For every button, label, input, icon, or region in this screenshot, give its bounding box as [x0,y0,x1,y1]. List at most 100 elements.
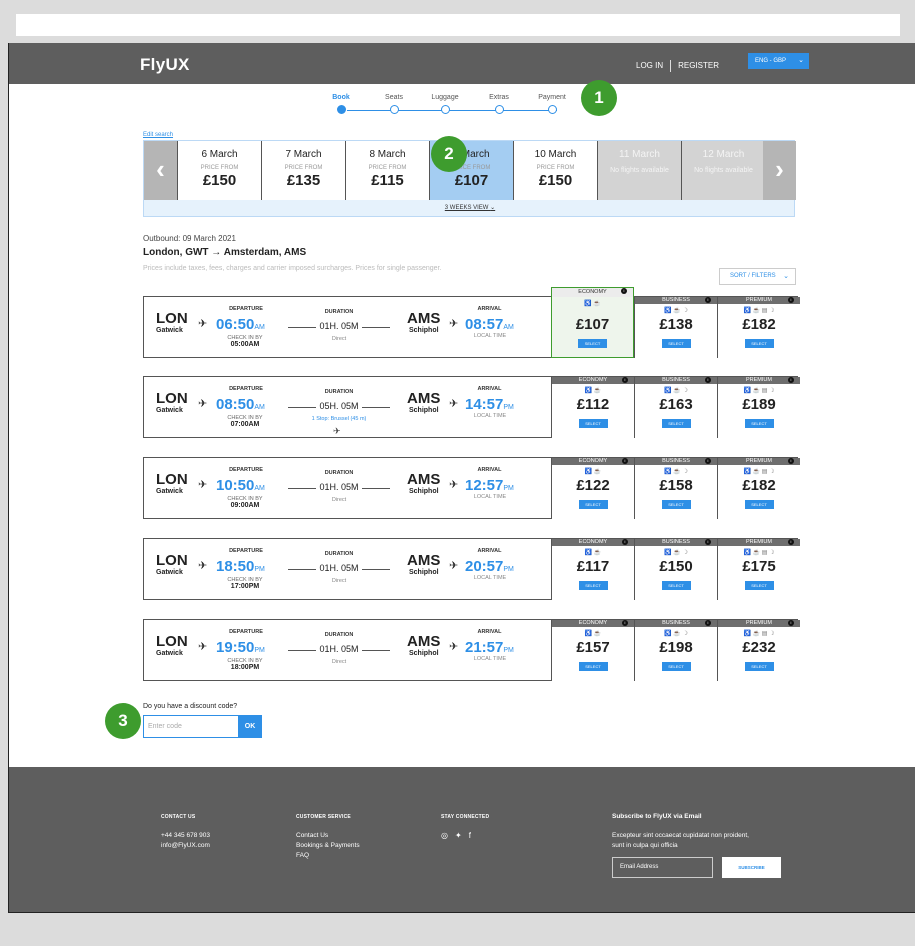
select-fare-button[interactable]: SELECT [661,581,691,590]
chevron-down-icon: ⌄ [798,57,804,64]
facebook-icon[interactable]: f [469,831,471,841]
date-option[interactable]: 7 March PRICE FROM £135 [261,141,345,200]
duration-value: 01H. 05M [319,644,359,654]
info-icon[interactable]: i [705,377,711,383]
fare-economy: ECONOMY i ♿ ☕ £107 SELECT [551,287,634,358]
amenities-icons: ♿ ☕ ▤ ☽ [743,308,775,314]
info-icon[interactable]: i [788,620,794,626]
info-icon[interactable]: i [788,377,794,383]
departure-label: DEPARTURE [229,467,263,473]
stops-info: Direct [331,578,347,584]
date-option-unavailable: 11 March No flights available [597,141,681,200]
instagram-icon[interactable]: ◎ [441,831,448,841]
time-value: 18:50 [216,558,255,575]
info-icon[interactable]: i [788,458,794,464]
destination-code: AMS [407,633,441,650]
select-fare-button[interactable]: SELECT [578,419,608,428]
info-icon[interactable]: i [788,539,794,545]
step-book[interactable]: Book [311,94,371,114]
origin-code: LON [156,471,188,488]
connection-plane-icon: ✈ [333,426,341,436]
date-label: 10 March [534,149,577,160]
fare-class-header: ECONOMY i [552,377,634,384]
discount-code-input[interactable]: Enter code [143,715,239,738]
select-fare-button[interactable]: SELECT [744,500,774,509]
select-fare-button[interactable]: SELECT [744,662,774,671]
info-icon[interactable]: i [621,288,627,294]
twitter-icon[interactable]: ✦ [455,831,462,841]
takeoff-icon: ✈ [198,560,208,572]
departure-label: DEPARTURE [229,306,263,312]
logo[interactable]: FlyUX [140,55,190,75]
date-label: 6 March [201,149,238,160]
footer-customer-service: CUSTOMER SERVICE Contact Us Bookings & P… [296,812,360,861]
previous-dates-button[interactable]: ‹ [144,141,177,200]
footer-phone[interactable]: +44 345 678 903 [161,831,210,841]
footer-link-faq[interactable]: FAQ [296,851,360,861]
landing-icon: ✈ [449,479,459,491]
date-option[interactable]: 8 March PRICE FROM £115 [345,141,429,200]
time-value: 08:50 [216,396,255,413]
step-luggage[interactable]: Luggage [415,94,475,114]
booking-progress: Book Seats Luggage Extras Payment [9,94,915,118]
language-currency-select[interactable]: ENG - GBP ⌄ [748,53,809,69]
date-option[interactable]: 10 March PRICE FROM £150 [513,141,597,200]
info-icon[interactable]: i [705,297,711,303]
subscribe-text: Excepteur sint occaecat cupidatat non pr… [612,832,749,849]
info-icon[interactable]: i [705,539,711,545]
select-fare-button[interactable]: SELECT [744,339,774,348]
stops-info[interactable]: 1 Stop: Brussel (45 m) [289,416,389,422]
three-weeks-view-link[interactable]: 3 WEEKS VIEW ⌄ [144,204,796,211]
select-fare-button[interactable]: SELECT [744,581,774,590]
footer-email[interactable]: info@FlyUX.com [161,841,210,851]
select-fare-button[interactable]: SELECT [661,419,691,428]
footer-stay-connected: STAY CONNECTED ◎ ✦ f [441,812,489,842]
origin-code: LON [156,390,188,407]
info-icon[interactable]: i [622,458,628,464]
fare-premium: PREMIUM i ♿ ☕ ▤ ☽ £175 SELECT [717,539,800,600]
arrival-time: 08:57AM [465,316,514,333]
time-ampm: AM [503,324,514,331]
info-icon[interactable]: i [622,539,628,545]
subscribe-button[interactable]: SUBSCRIBE [722,857,781,878]
time-value: 19:50 [216,639,255,656]
date-label: 8 March [369,149,406,160]
login-link[interactable]: LOG IN [636,61,663,70]
site-header: FlyUX LOG IN REGISTER ENG - GBP ⌄ [9,43,915,84]
amenities-icons: ♿ ☕ [584,631,602,637]
next-dates-button[interactable]: › [763,141,796,200]
footer-link-contact[interactable]: Contact Us [296,831,360,841]
fare-economy: ECONOMY i ♿ ☕ £122 SELECT [551,458,634,519]
duration-value: 05H. 05M [319,401,359,411]
select-fare-button[interactable]: SELECT [744,419,774,428]
step-extras[interactable]: Extras [469,94,529,114]
edit-search-link[interactable]: Edit search [143,132,173,138]
browser-address-bar[interactable] [16,14,900,36]
select-fare-button[interactable]: SELECT [578,662,608,671]
select-fare-button[interactable]: SELECT [578,500,608,509]
subscribe-email-input[interactable]: Email Address [612,857,713,878]
sort-filters-button[interactable]: SORT / FILTERS ⌄ [719,268,796,285]
discount-ok-button[interactable]: OK [238,715,262,738]
select-fare-button[interactable]: SELECT [578,339,607,348]
amenities-icons: ♿ ☕ ☽ [664,308,688,314]
date-option[interactable]: 6 March PRICE FROM £150 [177,141,261,200]
step-dot [440,105,450,114]
fare-class-label: PREMIUM [746,539,772,545]
info-icon[interactable]: i [622,620,628,626]
flight-row: LON Gatwick ✈ DEPARTURE 19:50PM CHECK IN… [143,619,800,681]
fare-class-label: BUSINESS [662,297,690,303]
info-icon[interactable]: i [705,620,711,626]
footer-link-bookings[interactable]: Bookings & Payments [296,841,360,851]
info-icon[interactable]: i [705,458,711,464]
register-link[interactable]: REGISTER [678,61,719,70]
select-fare-button[interactable]: SELECT [661,500,691,509]
fare-premium: PREMIUM i ♿ ☕ ▤ ☽ £182 SELECT [717,458,800,519]
info-icon[interactable]: i [788,297,794,303]
select-fare-button[interactable]: SELECT [661,662,691,671]
departure-time: 06:50AM [216,316,265,333]
select-fare-button[interactable]: SELECT [661,339,691,348]
info-icon[interactable]: i [622,377,628,383]
step-payment[interactable]: Payment [522,94,582,114]
select-fare-button[interactable]: SELECT [578,581,608,590]
